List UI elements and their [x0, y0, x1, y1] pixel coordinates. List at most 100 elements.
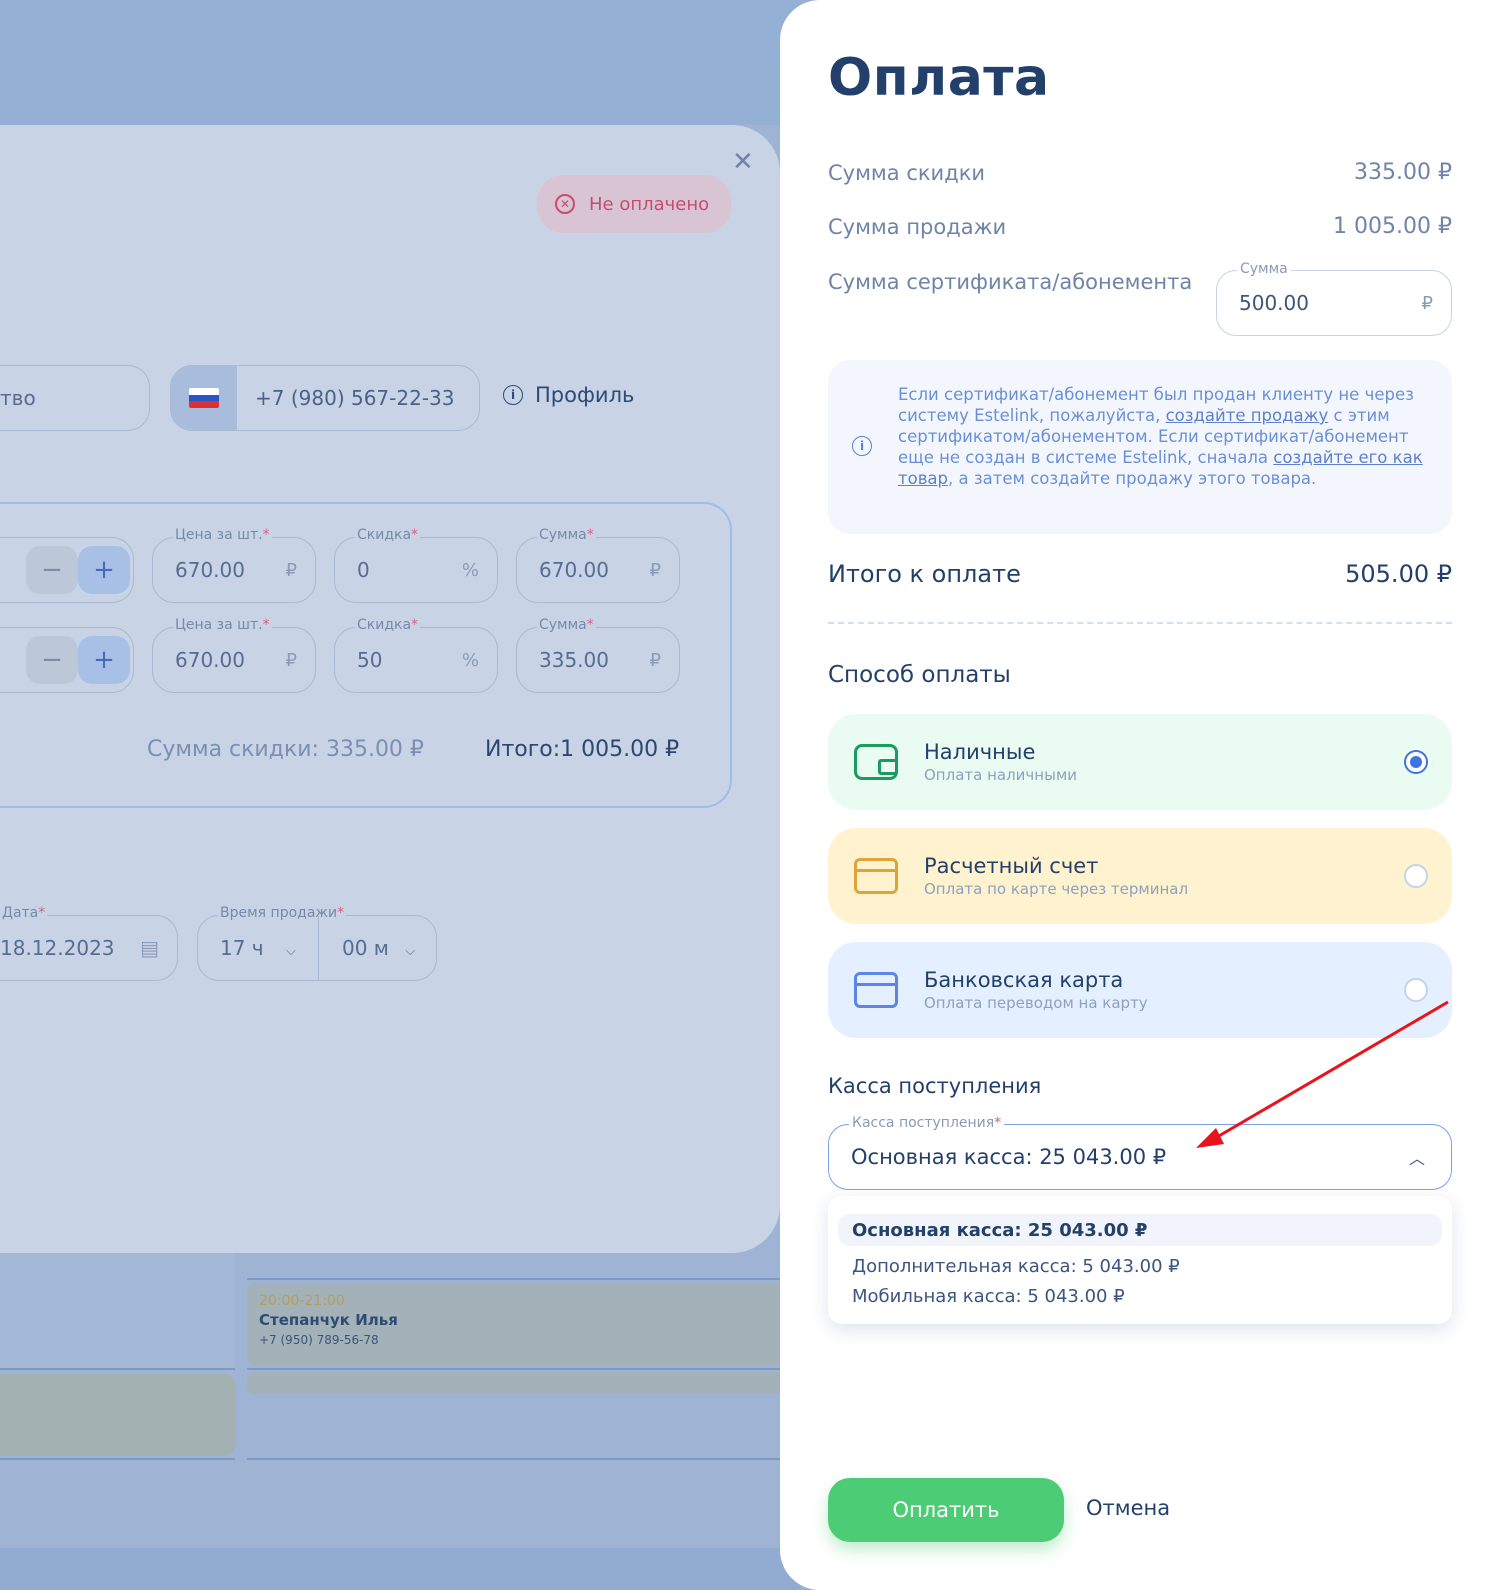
event-client-phone: +7 (950) 789-56-78 [259, 1333, 379, 1347]
sum-value: 670.00 [539, 558, 609, 582]
sum-label: Сумма* [537, 527, 596, 543]
sum-field[interactable]: Сумма* 335.00 ₽ [516, 617, 680, 693]
discount-field[interactable]: Скидка* 0 % [334, 527, 498, 603]
discount-label: Скидка* [355, 617, 421, 633]
calendar-footer [0, 1548, 800, 1590]
calendar-event[interactable] [0, 1374, 235, 1456]
dropdown-option[interactable]: Основная касса: 25 043.00 ₽ [838, 1214, 1442, 1246]
info-notice: i Если сертификат/абонемент был продан к… [828, 360, 1452, 534]
date-label-text: Дата [2, 905, 39, 921]
info-text-part: , а затем создайте продажу этого товара. [948, 469, 1317, 488]
increase-button[interactable]: + [78, 546, 130, 594]
discount-value: 0 [357, 558, 370, 582]
payment-method-cash[interactable]: Наличные Оплата наличными [828, 714, 1452, 810]
increase-button[interactable]: + [78, 636, 130, 684]
price-value: 670.00 [175, 558, 245, 582]
cashbox-select[interactable]: Касса поступления* Основная касса: 25 04… [828, 1115, 1452, 1190]
date-value: 18.12.2023 [0, 936, 115, 960]
price-label: Цена за шт.* [173, 527, 272, 543]
client-name-value: тво [0, 386, 36, 410]
country-selector[interactable] [171, 366, 237, 430]
currency-symbol: ₽ [649, 649, 661, 671]
credit-card-icon [854, 972, 898, 1008]
percent-symbol: % [461, 559, 479, 581]
cashbox-dropdown: Основная касса: 25 043.00 ₽ Дополнительн… [828, 1196, 1452, 1324]
grand-total-value: 1 005.00 ₽ [560, 737, 680, 762]
sale-time-label-text: Время продажи [220, 905, 338, 921]
payment-method-title: Расчетный счет [924, 854, 1099, 878]
currency-symbol: ₽ [285, 649, 297, 671]
percent-symbol: % [461, 649, 479, 671]
sale-time-label: Время продажи* [218, 905, 347, 921]
discount-label-text: Скидка [357, 617, 412, 633]
calendar-divider [0, 1368, 235, 1370]
dropdown-option[interactable]: Мобильная касса: 5 043.00 ₽ [838, 1280, 1442, 1312]
status-badge: ✕ Не оплачено [537, 175, 731, 233]
calendar-event[interactable] [247, 1372, 807, 1394]
sale-modal: ✕ ✕ Не оплачено тво +7 (980) 567-22-33 i… [0, 125, 780, 1253]
calendar-divider [247, 1368, 807, 1370]
chevron-down-icon: ⌵ [285, 944, 296, 959]
phone-value: +7 (980) 567-22-33 [255, 386, 455, 410]
payment-method-title: Наличные [924, 740, 1036, 764]
client-name-field[interactable]: тво [0, 365, 150, 431]
info-icon: i [503, 385, 523, 405]
close-circle-icon: ✕ [555, 194, 575, 214]
cancel-button[interactable]: Отмена [1086, 1496, 1170, 1520]
close-icon[interactable]: ✕ [732, 147, 754, 177]
discount-summary-label: Сумма скидки: [147, 737, 319, 762]
decrease-button[interactable]: − [26, 546, 78, 594]
price-label: Цена за шт.* [173, 617, 272, 633]
discount-value: 335.00 ₽ [1354, 160, 1452, 185]
certificate-field-value: 500.00 [1239, 291, 1309, 315]
hours-value: 17 ч [220, 936, 264, 960]
event-time: 20:00-21:00 [259, 1293, 345, 1309]
radio-icon[interactable] [1404, 978, 1428, 1002]
divider [318, 916, 319, 980]
sum-field[interactable]: Сумма* 670.00 ₽ [516, 527, 680, 603]
pay-button[interactable]: Оплатить [828, 1478, 1064, 1542]
calendar-event[interactable]: 20:00-21:00 Степанчук Илья +7 (950) 789-… [247, 1283, 807, 1365]
payment-method-title: Банковская карта [924, 968, 1124, 992]
profile-link[interactable]: i Профиль [503, 383, 634, 407]
currency-symbol: ₽ [285, 559, 297, 581]
phone-field[interactable]: +7 (980) 567-22-33 [170, 365, 480, 431]
sum-label: Сумма* [537, 617, 596, 633]
sale-time-field[interactable]: Время продажи* 17 ч ⌵ 00 м ⌵ [197, 905, 437, 981]
cashbox-field-label: Касса поступления* [849, 1115, 1005, 1131]
cashbox-field-label-text: Касса поступления [852, 1115, 995, 1131]
calendar-divider [247, 1458, 807, 1460]
dropdown-option[interactable]: Дополнительная касса: 5 043.00 ₽ [838, 1250, 1442, 1282]
radio-icon[interactable] [1404, 864, 1428, 888]
event-client-name: Степанчук Илья [259, 1311, 398, 1329]
calendar-divider [0, 1458, 235, 1460]
decrease-button[interactable]: − [26, 636, 78, 684]
calendar-icon[interactable]: ▤ [140, 936, 159, 960]
certificate-field-label: Сумма [1237, 261, 1291, 277]
date-field[interactable]: Дата* 18.12.2023 ▤ [0, 905, 178, 981]
minutes-value: 00 м [342, 936, 389, 960]
chevron-up-icon[interactable]: ︿ [1409, 1145, 1425, 1169]
goods-list: − + Цена за шт.* 670.00 ₽ Скидка* 0 % Су… [0, 502, 732, 808]
payment-panel: Оплата Сумма скидки 335.00 ₽ Сумма прода… [780, 0, 1500, 1590]
discount-label: Сумма скидки [828, 160, 986, 185]
payment-method-card[interactable]: Банковская карта Оплата переводом на кар… [828, 942, 1452, 1038]
radio-selected-icon[interactable] [1404, 750, 1428, 774]
price-field[interactable]: Цена за шт.* 670.00 ₽ [152, 617, 316, 693]
discount-label: Скидка* [355, 527, 421, 543]
russia-flag-icon [189, 388, 219, 408]
total-value: 505.00 ₽ [1345, 560, 1452, 588]
create-sale-link[interactable]: создайте продажу [1166, 406, 1329, 425]
total-label: Итого к оплате [828, 560, 1021, 588]
payment-method-subtitle: Оплата по карте через терминал [924, 880, 1189, 898]
sale-row: Сумма продажи 1 005.00 ₽ [828, 214, 1452, 239]
page-title: Оплата [828, 48, 1050, 108]
certificate-amount-input[interactable]: Сумма 500.00 ₽ [1216, 261, 1452, 336]
discount-field[interactable]: Скидка* 50 % [334, 617, 498, 693]
hours-select[interactable]: 17 ч ⌵ [198, 936, 318, 960]
minutes-select[interactable]: 00 м ⌵ [318, 936, 415, 960]
payment-method-account[interactable]: Расчетный счет Оплата по карте через тер… [828, 828, 1452, 924]
wallet-icon [854, 744, 898, 780]
discount-value: 50 [357, 648, 383, 672]
price-field[interactable]: Цена за шт.* 670.00 ₽ [152, 527, 316, 603]
